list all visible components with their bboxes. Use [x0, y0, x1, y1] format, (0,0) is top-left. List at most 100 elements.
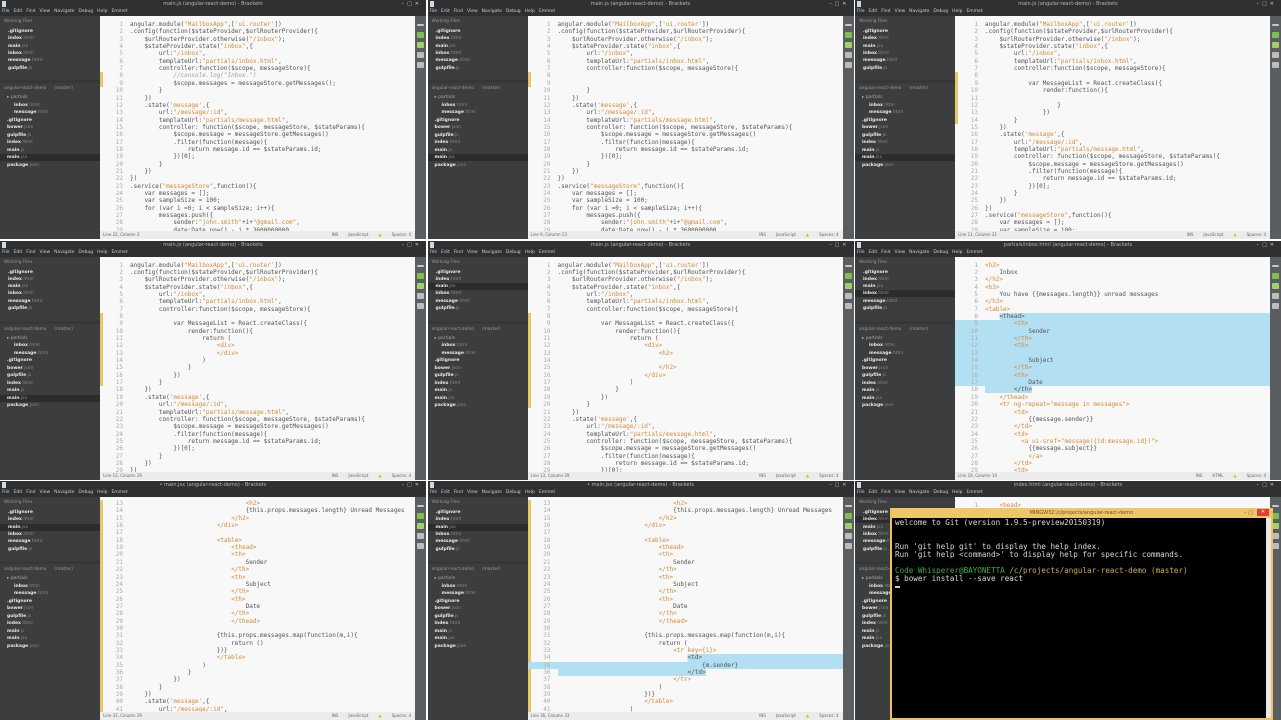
- tree-file-item[interactable]: gulpfile.js: [0, 613, 100, 620]
- menu-find[interactable]: Find: [26, 489, 35, 497]
- indent-setting[interactable]: Spaces: 4: [819, 472, 838, 480]
- code-editor[interactable]: 1 angular.module("MailboxApp",['ui.router…: [955, 16, 1270, 231]
- menu-file[interactable]: File: [2, 8, 10, 16]
- menu-view[interactable]: View: [894, 249, 905, 257]
- menu-file[interactable]: File: [2, 489, 10, 497]
- menu-view[interactable]: View: [894, 489, 905, 497]
- menu-help[interactable]: Help: [952, 8, 962, 16]
- image-icon[interactable]: [844, 62, 852, 68]
- menu-navigate[interactable]: Navigate: [909, 8, 929, 16]
- working-file-item[interactable]: .gitignore: [0, 269, 100, 276]
- tree-file-item[interactable]: main.js: [428, 387, 528, 394]
- menu-edit[interactable]: Edit: [14, 249, 23, 257]
- working-file-item[interactable]: message.html: [855, 298, 955, 305]
- folder-item[interactable]: ▸ partials: [0, 575, 100, 582]
- menu-emmet[interactable]: Emmet: [111, 249, 127, 257]
- terminal-scrollbar[interactable]: [1266, 518, 1271, 718]
- menu-emmet[interactable]: Emmet: [111, 489, 127, 497]
- menu-navigate[interactable]: Navigate: [482, 489, 502, 497]
- working-file-item[interactable]: index.html: [428, 35, 528, 42]
- tree-file-item[interactable]: gulpfile.js: [855, 132, 955, 139]
- menu-emmet[interactable]: Emmet: [966, 8, 982, 16]
- tree-file-item[interactable]: message.html: [428, 590, 528, 597]
- extension-icon[interactable]: [417, 513, 424, 519]
- tree-file-item[interactable]: .gitignore: [428, 598, 528, 605]
- git-icon[interactable]: [417, 523, 424, 529]
- extension-manager-icon[interactable]: [1272, 52, 1279, 58]
- working-file-item[interactable]: index.html: [428, 516, 528, 523]
- tree-file-item[interactable]: message.html: [855, 350, 955, 357]
- tree-file-item[interactable]: message.html: [855, 109, 955, 116]
- tree-file-item[interactable]: bower.json: [0, 365, 100, 372]
- menu-emmet[interactable]: Emmet: [966, 249, 982, 257]
- folder-item[interactable]: ▸ partials: [0, 335, 100, 342]
- working-file-item[interactable]: gulpfile.js: [428, 546, 528, 553]
- project-header[interactable]: angular-react-demo (master): [859, 86, 928, 91]
- working-file-item[interactable]: inbox.html: [0, 531, 100, 538]
- language-select[interactable]: JavaScript: [776, 231, 796, 239]
- extension-manager-icon[interactable]: [844, 292, 852, 299]
- tree-file-item[interactable]: package.json: [0, 162, 100, 169]
- live-preview-icon[interactable]: [417, 264, 424, 267]
- indent-setting[interactable]: Spaces: 4: [819, 712, 838, 720]
- tree-file-item[interactable]: package.json: [855, 402, 955, 409]
- tree-file-item[interactable]: main.jsx: [428, 635, 528, 642]
- project-header[interactable]: angular-react-demo (master): [859, 327, 928, 332]
- language-select[interactable]: HTML: [1212, 472, 1223, 480]
- image-icon[interactable]: [417, 302, 424, 309]
- tree-file-item[interactable]: gulpfile.js: [428, 372, 528, 379]
- window-controls[interactable]: –□✕: [402, 481, 422, 489]
- live-preview-icon[interactable]: [844, 264, 852, 267]
- image-icon[interactable]: [844, 543, 852, 549]
- language-select[interactable]: JavaScript: [776, 712, 796, 720]
- tree-file-item[interactable]: message.html: [0, 350, 100, 357]
- menu-emmet[interactable]: Emmet: [539, 8, 555, 16]
- extension-icon[interactable]: [1272, 513, 1279, 519]
- language-select[interactable]: JavaScript: [776, 472, 796, 480]
- tree-file-item[interactable]: inbox.html: [428, 583, 528, 590]
- folder-item[interactable]: ▸ partials: [428, 335, 528, 342]
- tree-file-item[interactable]: bower.json: [428, 365, 528, 372]
- image-icon[interactable]: [417, 62, 424, 68]
- insert-mode[interactable]: INS: [332, 712, 339, 720]
- tree-file-item[interactable]: main.jsx: [0, 635, 100, 642]
- tree-file-item[interactable]: inbox.html: [0, 102, 100, 109]
- menu-view[interactable]: View: [467, 249, 478, 257]
- folder-item[interactable]: ▸ partials: [428, 575, 528, 582]
- menu-navigate[interactable]: Navigate: [54, 8, 74, 16]
- menu-debug[interactable]: Debug: [78, 489, 93, 497]
- extension-manager-icon[interactable]: [417, 533, 424, 539]
- insert-mode[interactable]: INS: [332, 472, 339, 480]
- extension-manager-icon[interactable]: [844, 52, 852, 58]
- window-controls[interactable]: –□✕: [1257, 0, 1277, 8]
- git-icon[interactable]: [1272, 282, 1279, 289]
- tree-file-item[interactable]: index.html: [855, 380, 955, 387]
- menu-view[interactable]: View: [39, 489, 50, 497]
- indent-setting[interactable]: Spaces: 4: [1247, 231, 1266, 239]
- menu-file[interactable]: File: [857, 8, 865, 16]
- image-icon[interactable]: [417, 543, 424, 549]
- menu-edit[interactable]: Edit: [869, 249, 878, 257]
- menu-navigate[interactable]: Navigate: [909, 249, 929, 257]
- insert-mode[interactable]: INS: [759, 712, 766, 720]
- extension-manager-icon[interactable]: [1272, 292, 1279, 299]
- extension-icon[interactable]: [844, 513, 852, 519]
- menu-file[interactable]: File: [857, 249, 865, 257]
- tree-file-item[interactable]: main.js: [428, 628, 528, 635]
- working-file-item[interactable]: index.html: [0, 276, 100, 283]
- menu-find[interactable]: Find: [454, 8, 463, 16]
- working-file-item[interactable]: gulpfile.js: [0, 546, 100, 553]
- working-file-item[interactable]: gulpfile.js: [0, 65, 100, 72]
- project-header[interactable]: angular-react-demo (master): [4, 567, 73, 572]
- window-controls[interactable]: –□✕: [402, 0, 422, 8]
- menu-debug[interactable]: Debug: [78, 8, 93, 16]
- working-file-item[interactable]: .gitignore: [0, 28, 100, 35]
- menu-edit[interactable]: Edit: [441, 249, 450, 257]
- menu-debug[interactable]: Debug: [933, 249, 948, 257]
- menu-navigate[interactable]: Navigate: [482, 8, 502, 16]
- tree-file-item[interactable]: package.json: [0, 402, 100, 409]
- language-select[interactable]: JavaScript: [348, 712, 368, 720]
- tree-file-item[interactable]: main.jsx: [427, 154, 528, 161]
- extension-manager-icon[interactable]: [417, 292, 424, 299]
- menu-edit[interactable]: Edit: [14, 489, 23, 497]
